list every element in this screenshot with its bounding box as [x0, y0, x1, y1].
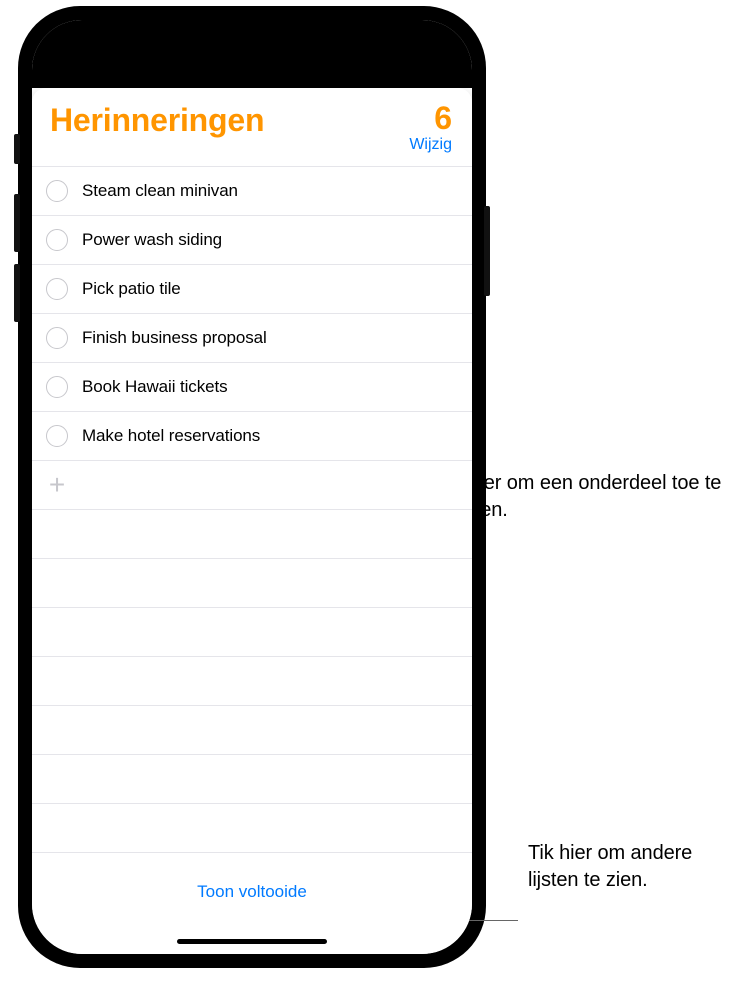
callout-other-lists-text-wrap: Tik hier om andere lijsten te zien. — [528, 840, 728, 894]
radio-icon[interactable] — [46, 229, 68, 251]
reminder-label: Book Hawaii tickets — [82, 377, 228, 397]
radio-icon[interactable] — [46, 327, 68, 349]
battery-icon — [419, 34, 446, 51]
empty-row — [32, 755, 472, 804]
radio-icon[interactable] — [46, 425, 68, 447]
add-reminder-row[interactable]: + — [32, 461, 472, 510]
notch — [146, 20, 358, 52]
reminders-sheet: Herinneringen 6 Wijzig Steam clean miniv… — [32, 88, 472, 954]
cellular-signal-icon — [374, 34, 392, 51]
radio-icon[interactable] — [46, 180, 68, 202]
callout-text: Tik hier om een onderdeel toe te voegen. — [437, 470, 722, 524]
volume-up-button — [14, 194, 20, 252]
callout-text: Tik hier om andere lijsten te zien. — [528, 840, 728, 894]
reminder-row[interactable]: Make hotel reservations — [32, 412, 472, 461]
edit-button[interactable]: Wijzig — [409, 136, 452, 154]
reminder-row[interactable]: Steam clean minivan — [32, 167, 472, 216]
reminder-label: Pick patio tile — [82, 279, 181, 299]
home-indicator[interactable] — [177, 939, 327, 944]
empty-lines — [32, 510, 472, 853]
volume-down-button — [14, 264, 20, 322]
empty-row — [32, 657, 472, 706]
reminders-list: Steam clean minivan Power wash siding Pi… — [32, 166, 472, 853]
reminders-count: 6 — [409, 102, 452, 134]
reminder-label: Power wash siding — [82, 230, 222, 250]
reminder-label: Make hotel reservations — [82, 426, 260, 446]
silence-switch — [14, 134, 20, 164]
empty-row — [32, 804, 472, 853]
empty-row — [32, 608, 472, 657]
reminder-label: Finish business proposal — [82, 328, 267, 348]
plus-icon: + — [46, 471, 68, 499]
radio-icon[interactable] — [46, 376, 68, 398]
status-time: 09:41 — [58, 34, 96, 51]
wifi-icon — [397, 34, 414, 51]
reminder-row[interactable]: Finish business proposal — [32, 314, 472, 363]
show-completed-button[interactable]: Toon voltooide — [32, 882, 472, 902]
reminder-row[interactable]: Pick patio tile — [32, 265, 472, 314]
power-button — [484, 206, 490, 296]
radio-icon[interactable] — [46, 278, 68, 300]
empty-row — [32, 706, 472, 755]
reminder-label: Steam clean minivan — [82, 181, 238, 201]
empty-row — [32, 559, 472, 608]
page-title: Herinneringen — [50, 102, 264, 154]
phone-frame: 09:41 Herinneringen 6 Wijzig — [18, 6, 486, 968]
reminder-row[interactable]: Power wash siding — [32, 216, 472, 265]
empty-row — [32, 510, 472, 559]
screen: 09:41 Herinneringen 6 Wijzig — [32, 20, 472, 954]
reminder-row[interactable]: Book Hawaii tickets — [32, 363, 472, 412]
